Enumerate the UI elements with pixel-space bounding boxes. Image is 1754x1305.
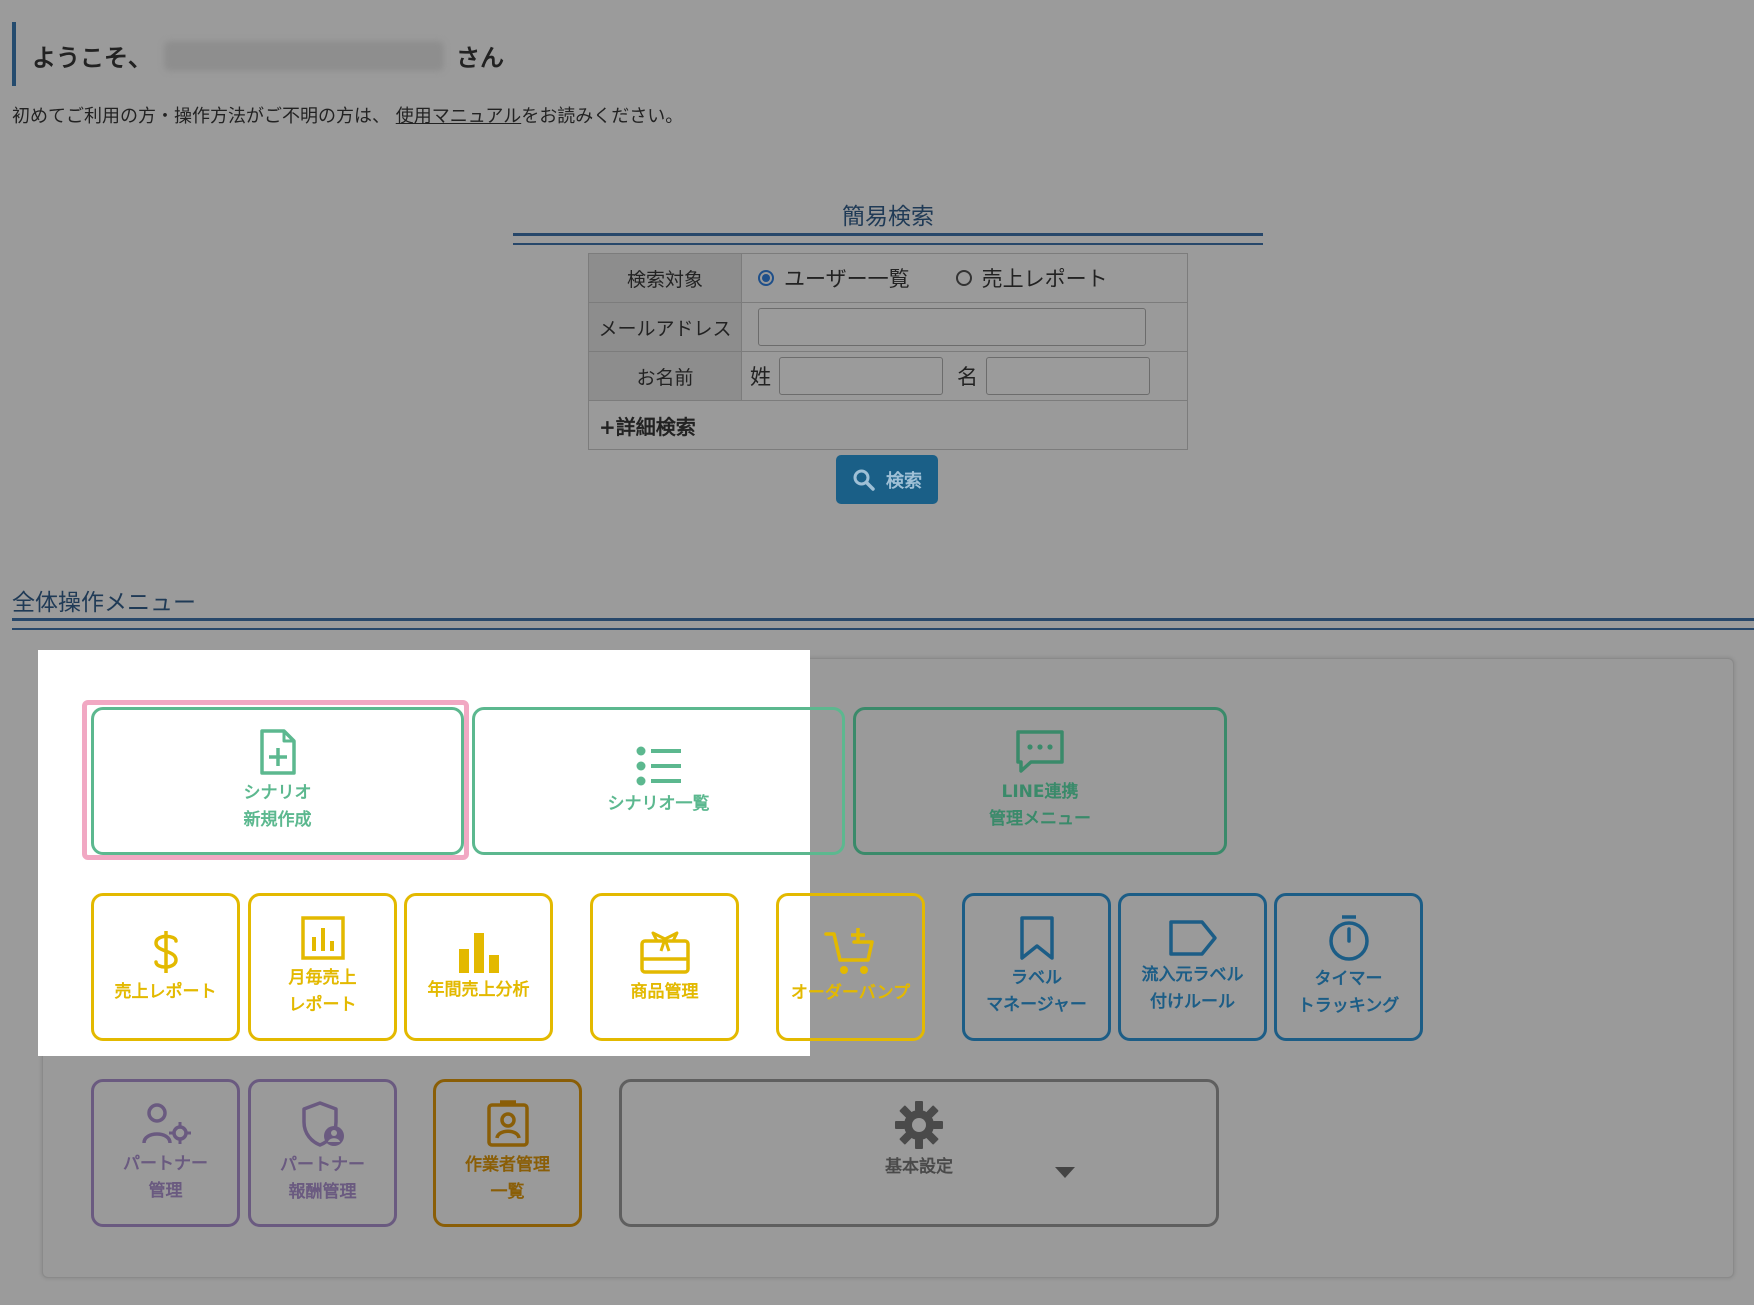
tile-label-1: 流入元ラベル [1141,965,1244,985]
last-name-label: 姓 [750,365,771,389]
menu-order-bump[interactable]: オーダーバンプ [776,893,925,1041]
detail-search-toggle[interactable]: +詳細検索 [588,400,1188,450]
menu-annual-sales-analysis[interactable]: 年間売上分析 [404,893,553,1041]
tile-label-1: 売上レポート [114,981,217,1002]
menu-basic-settings[interactable]: 基本設定 [619,1079,1219,1227]
tile-label-2: 管理メニュー [989,809,1091,829]
menu-partner-reward[interactable]: パートナー 報酬管理 [248,1079,397,1227]
menu-partner-management[interactable]: パートナー 管理 [91,1079,240,1227]
last-name-field[interactable] [779,357,943,395]
tile-label-2: 管理 [148,1181,183,1201]
intro-after: をお読みください。 [521,106,684,127]
search-button-label: 検索 [886,470,922,492]
radio-sales-report[interactable]: 売上レポート [955,263,1108,293]
tile-label-1: 作業者管理 [465,1155,550,1175]
tile-label-1: オーダーバンプ [790,982,911,1003]
bars-icon [458,932,499,973]
menu-product-management[interactable]: 商品管理 [590,893,739,1041]
menu-sales-report[interactable]: 売上レポート [91,893,240,1041]
user-name-blurred [164,40,444,71]
tile-label-2: レポート [288,995,357,1015]
tile-label-2: 報酬管理 [288,1182,357,1202]
target-label: 検索対象 [588,253,742,303]
dollar-icon [153,930,178,973]
menu-worker-list[interactable]: 作業者管理 一覧 [433,1079,582,1227]
menu-label-manager[interactable]: ラベル マネージャー [962,893,1111,1041]
search-section-title: 簡易検索 [842,204,934,230]
welcome-accent-bar [12,22,16,86]
intro-before: 初めてご利用の方・操作方法がご不明の方は、 [12,106,390,127]
radio-user-list-label: ユーザー一覧 [784,267,910,291]
first-name-label: 名 [957,365,978,389]
chevron-down-icon[interactable] [1055,1167,1075,1178]
tile-label-1: ラベル [1011,968,1062,988]
menu-title-divider [12,618,1754,630]
search-form: 検索対象 ユーザー一覧 売上レポート メールアドレス お名前 姓 名 +詳細検索 [588,253,1188,450]
tag-icon [1168,920,1217,956]
welcome-prefix: ようこそ、 [32,44,152,72]
radio-dot-selected[interactable] [758,270,774,286]
tile-label-1: シナリオ一覧 [607,793,710,814]
radio-dot[interactable] [955,270,972,286]
timer-icon [1328,915,1369,961]
menu-section-title: 全体操作メニュー [12,590,196,616]
search-button[interactable]: 検索 [836,455,938,504]
radio-user-list[interactable]: ユーザー一覧 [758,263,910,293]
tile-label-2: 一覧 [490,1182,525,1202]
email-field[interactable] [758,308,1146,346]
id-badge-icon [486,1100,529,1147]
tile-label-1: パートナー [280,1155,365,1175]
chat-icon [1016,730,1064,773]
tile-label-2: 付けルール [1150,992,1235,1012]
intro-text: 初めてご利用の方・操作方法がご不明の方は、 使用マニュアルをお読みください。 [12,102,683,128]
bar-chart-icon [300,916,345,960]
gift-card-icon [639,931,690,974]
welcome-suffix: さん [456,44,504,72]
tile-label-1: 基本設定 [885,1157,953,1177]
menu-timer-tracking[interactable]: タイマー トラッキング [1274,893,1423,1041]
search-icon [853,469,875,491]
tile-label-1: 商品管理 [630,981,699,1002]
tile-label-1: 年間売上分析 [427,979,530,1000]
menu-source-label-rules[interactable]: 流入元ラベル 付けルール [1118,893,1267,1041]
tile-label-1: 月毎売上 [288,968,357,988]
shield-user-icon [301,1101,344,1147]
user-gear-icon [141,1103,191,1144]
tile-label-2: トラッキング [1297,996,1400,1016]
tile-label-1: タイマー [1314,969,1383,989]
first-name-field[interactable] [986,357,1150,395]
menu-line-integration[interactable]: LINE連携 管理メニュー [853,707,1227,855]
cart-plus-icon [823,927,874,974]
welcome-heading: ようこそ、 さん [32,38,504,73]
search-title-divider [513,233,1263,245]
list-icon [636,746,681,785]
tile-label-1: LINE連携 [1001,782,1079,802]
tile-label-2: マネージャー [986,995,1087,1015]
radio-sales-report-label: 売上レポート [981,267,1108,291]
menu-scenario-list[interactable]: シナリオ一覧 [472,707,845,855]
tile-label-1: パートナー [123,1154,208,1174]
email-label: メールアドレス [588,302,742,352]
gear-icon [895,1101,943,1149]
highlight-ring [82,700,469,860]
manual-link[interactable]: 使用マニュアル [396,106,521,127]
bookmark-icon [1019,916,1054,960]
menu-monthly-sales-report[interactable]: 月毎売上 レポート [248,893,397,1041]
name-label: お名前 [588,351,742,401]
